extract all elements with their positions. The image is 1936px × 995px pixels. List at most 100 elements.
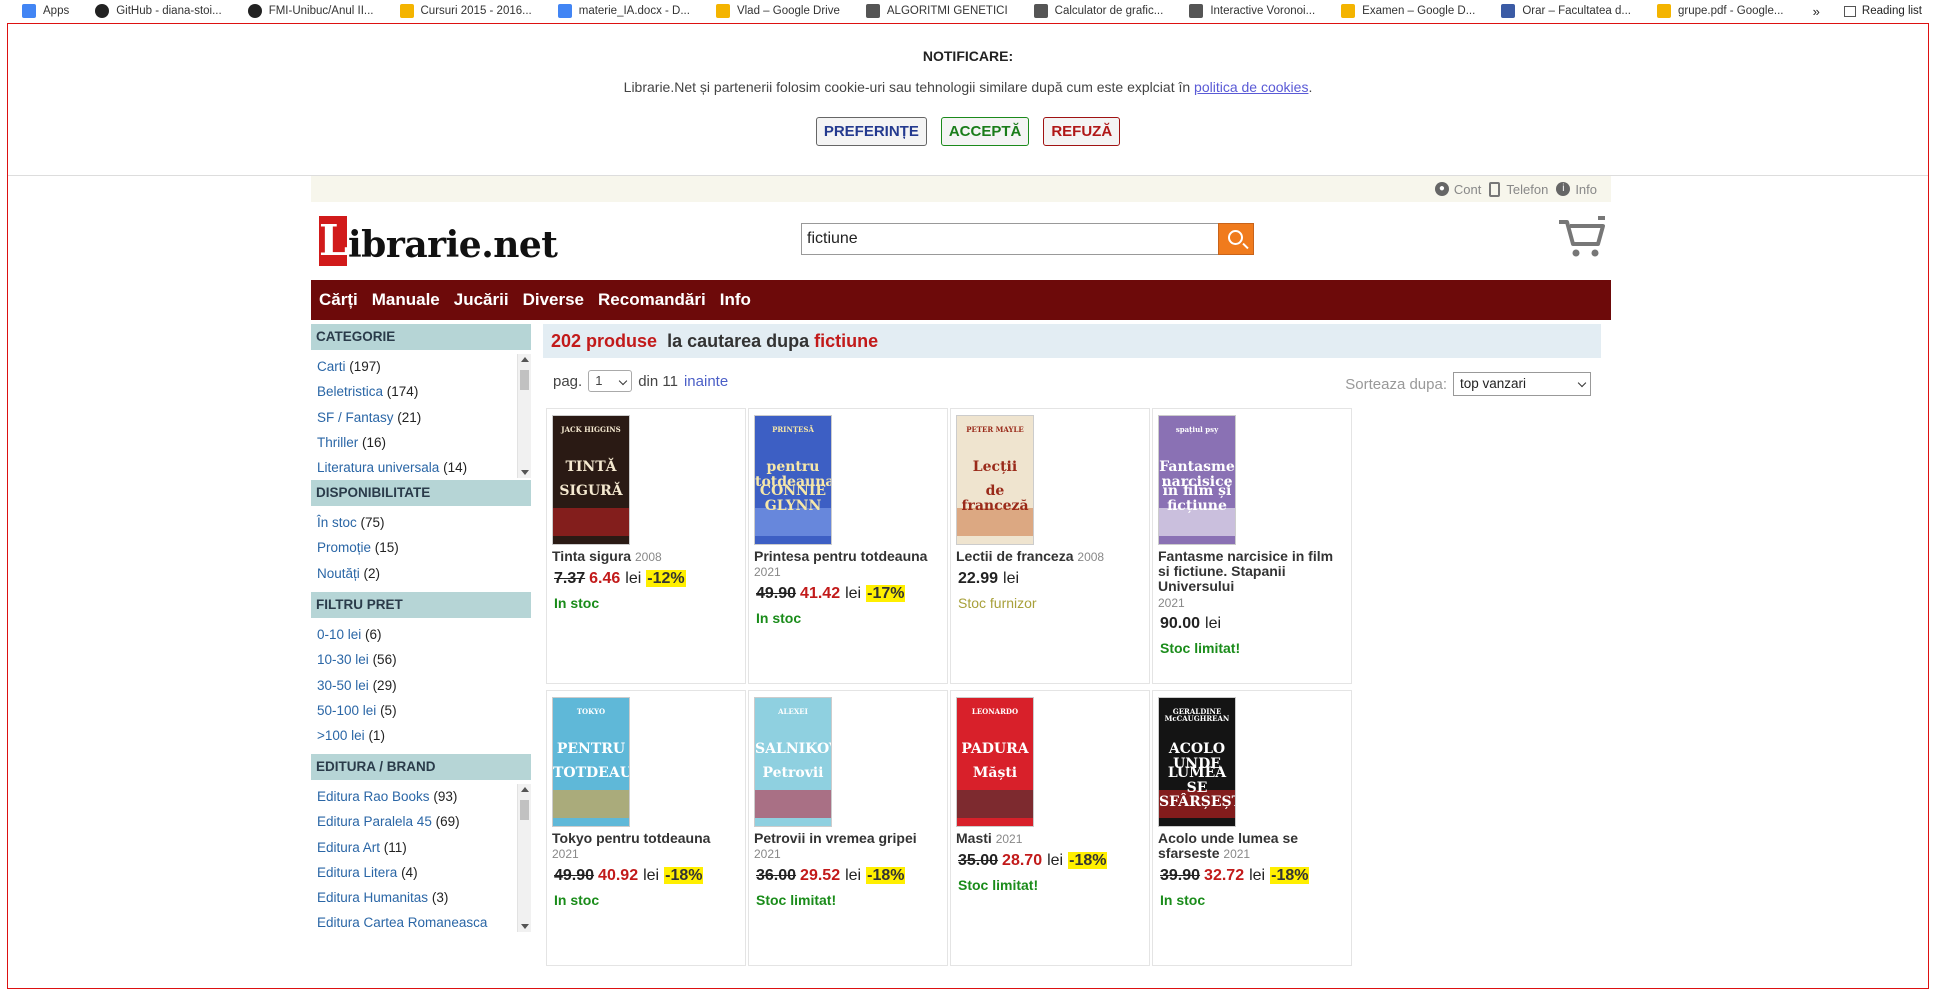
product-title[interactable]: Petrovii in vremea gripei 2021: [754, 831, 947, 862]
product-cover-image[interactable]: ALEXEI SALNIKOV Petrovii: [754, 697, 832, 827]
publisher-scrollbar[interactable]: [517, 784, 531, 932]
filter-item-label[interactable]: Noutăți: [317, 566, 360, 581]
cookie-preferences-button[interactable]: PREFERINȚE: [815, 117, 927, 146]
filter-item-label[interactable]: Editura Litera: [317, 865, 397, 880]
bookmark-item[interactable]: Examen – Google D...: [1341, 4, 1475, 18]
product-card[interactable]: PRINȚESĂ pentru totdeauna CONNIE GLYNN Prin…: [748, 408, 948, 684]
filter-item[interactable]: SF / Fantasy (21): [311, 405, 531, 430]
filter-item-label[interactable]: În stoc: [317, 515, 357, 530]
filter-item-label[interactable]: 0-10 lei: [317, 627, 361, 642]
bookmark-item[interactable]: FMI-Unibuc/Anul II...: [247, 4, 374, 18]
filter-item[interactable]: În stoc (75): [311, 510, 531, 535]
filter-item-label[interactable]: Carti: [317, 359, 346, 374]
filter-item-label[interactable]: Editura Art: [317, 840, 380, 855]
page-select[interactable]: 1: [588, 370, 633, 392]
product-title[interactable]: Fantasme narcisice in film si fictiune. …: [1158, 549, 1351, 594]
cookie-refuse-button[interactable]: REFUZĂ: [1043, 117, 1121, 146]
filter-item-label[interactable]: Thriller: [317, 435, 358, 450]
product-card[interactable]: JACK HIGGINS TINTĂ SIGURĂ Tinta sigura 2008…: [546, 408, 746, 684]
bookmark-item[interactable]: Cursuri 2015 - 2016...: [399, 4, 532, 18]
product-cover-image[interactable]: JACK HIGGINS TINTĂ SIGURĂ: [552, 415, 630, 545]
product-title[interactable]: Lectii de franceza 2008: [956, 549, 1149, 565]
bookmark-item[interactable]: Interactive Voronoi...: [1189, 4, 1315, 18]
product-price: 49.90 40.92 lei -18%: [552, 867, 745, 885]
cookie-policy-link[interactable]: politica de cookies: [1194, 79, 1308, 95]
product-card[interactable]: TOKYO PENTRU TOTDEAUNA Tokyo pentru totdeau…: [546, 690, 746, 966]
product-card[interactable]: ALEXEI SALNIKOV Petrovii Petrovii in vremea…: [748, 690, 948, 966]
product-cover-image[interactable]: TOKYO PENTRU TOTDEAUNA: [552, 697, 630, 827]
nav-item[interactable]: Cărți: [319, 290, 358, 310]
filter-item-label[interactable]: Literatura universala: [317, 460, 439, 475]
phone-link[interactable]: Telefon: [1489, 181, 1548, 197]
bookmark-item[interactable]: Orar – Facultatea d...: [1501, 4, 1631, 18]
info-link[interactable]: i Info: [1556, 182, 1597, 197]
product-card[interactable]: GERALDINE McCAUGHREAN ACOLO UNDE LUMEA SE …: [1152, 690, 1352, 966]
product-card[interactable]: PETER MAYLE Lecții de franceză Lectii de fr…: [950, 408, 1150, 684]
nav-item[interactable]: Manuale: [372, 290, 440, 310]
bookmark-item[interactable]: Vlad – Google Drive: [715, 4, 840, 18]
product-cover-image[interactable]: LEONARDO PADURA Măști: [956, 697, 1034, 827]
filter-item[interactable]: Editura Cartea Romaneasca: [311, 910, 531, 932]
reading-list-icon[interactable]: [1843, 5, 1856, 17]
filter-item[interactable]: Noutăți (2): [311, 561, 531, 586]
filter-item[interactable]: 50-100 lei (5): [311, 698, 531, 723]
product-title[interactable]: Acolo unde lumea se sfarseste 2021: [1158, 831, 1351, 862]
nav-item[interactable]: Diverse: [523, 290, 584, 310]
filter-item-label[interactable]: 10-30 lei: [317, 652, 369, 667]
next-page-link[interactable]: inainte: [684, 373, 728, 390]
category-scrollbar[interactable]: [517, 354, 531, 478]
filter-item[interactable]: Thriller (16): [311, 430, 531, 455]
filter-item[interactable]: Editura Humanitas (3): [311, 885, 531, 910]
filter-item[interactable]: Beletristica (174): [311, 379, 531, 404]
filter-item-label[interactable]: >100 lei: [317, 728, 365, 743]
product-cover-image[interactable]: GERALDINE McCAUGHREAN ACOLO UNDE LUMEA SE …: [1158, 697, 1236, 827]
filter-item[interactable]: Editura Rao Books (93): [311, 784, 531, 809]
filter-item-label[interactable]: 50-100 lei: [317, 703, 376, 718]
filter-item[interactable]: 10-30 lei (56): [311, 647, 531, 672]
bookmark-item[interactable]: ALGORITMI GENETICI: [865, 4, 1008, 18]
account-link[interactable]: ● Cont: [1434, 182, 1481, 197]
search-input[interactable]: [801, 223, 1218, 255]
filter-item-label[interactable]: 30-50 lei: [317, 678, 369, 693]
bookmark-item[interactable]: Calculator de grafic...: [1033, 4, 1163, 18]
search-button[interactable]: [1218, 223, 1254, 255]
product-cover-image[interactable]: spațiul psy Fantasme narcisice în film și …: [1158, 415, 1236, 545]
product-title[interactable]: Tokyo pentru totdeauna 2021: [552, 831, 745, 862]
product-card[interactable]: LEONARDO PADURA Măști Masti 2021 35.00 28.70 l…: [950, 690, 1150, 966]
filter-item[interactable]: Editura Paralela 45 (69): [311, 809, 531, 834]
filter-item-label[interactable]: Editura Rao Books: [317, 789, 430, 804]
product-title[interactable]: Masti 2021: [956, 831, 1149, 847]
filter-item[interactable]: Promoție (15): [311, 535, 531, 560]
product-card[interactable]: spațiul psy Fantasme narcisice în film și …: [1152, 408, 1352, 684]
filter-item[interactable]: 0-10 lei (6): [311, 622, 531, 647]
filter-item[interactable]: Editura Art (11): [311, 835, 531, 860]
bookmark-item[interactable]: Apps: [22, 4, 69, 18]
product-title[interactable]: Tinta sigura 2008: [552, 549, 745, 565]
bookmark-item[interactable]: GitHub - diana-stoi...: [95, 4, 222, 18]
cookie-accept-button[interactable]: ACCEPTĂ: [940, 117, 1030, 146]
filter-item-label[interactable]: Editura Cartea Romaneasca: [317, 915, 487, 930]
product-cover-image[interactable]: PRINȚESĂ pentru totdeauna CONNIE GLYNN: [754, 415, 832, 545]
filter-item-label[interactable]: SF / Fantasy: [317, 410, 394, 425]
filter-item-label[interactable]: Editura Paralela 45: [317, 814, 432, 829]
filter-item[interactable]: Editura Litera (4): [311, 860, 531, 885]
cart-icon[interactable]: [1556, 214, 1606, 260]
filter-item-label[interactable]: Editura Humanitas: [317, 890, 428, 905]
nav-item[interactable]: Recomandări: [598, 290, 706, 310]
filter-item[interactable]: 30-50 lei (29): [311, 673, 531, 698]
nav-item[interactable]: Info: [720, 290, 751, 310]
filter-item[interactable]: Literatura universala (14): [311, 455, 531, 478]
filter-item-label[interactable]: Promoție: [317, 540, 371, 555]
bookmark-item[interactable]: materie_IA.docx - D...: [557, 4, 690, 18]
nav-item[interactable]: Jucării: [454, 290, 509, 310]
product-cover-image[interactable]: PETER MAYLE Lecții de franceză: [956, 415, 1034, 545]
bookmark-item[interactable]: grupe.pdf - Google...: [1656, 4, 1783, 18]
product-title[interactable]: Printesa pentru totdeauna 2021: [754, 549, 947, 580]
more-bookmarks-icon[interactable]: »: [1813, 4, 1820, 19]
site-logo[interactable]: L ibrarie.net: [319, 216, 558, 266]
filter-item[interactable]: Carti (197): [311, 354, 531, 379]
reading-list-link[interactable]: Reading list: [1862, 5, 1922, 17]
filter-item[interactable]: >100 lei (1): [311, 723, 531, 748]
sort-select[interactable]: top vanzari: [1453, 372, 1591, 396]
filter-item-label[interactable]: Beletristica: [317, 384, 383, 399]
